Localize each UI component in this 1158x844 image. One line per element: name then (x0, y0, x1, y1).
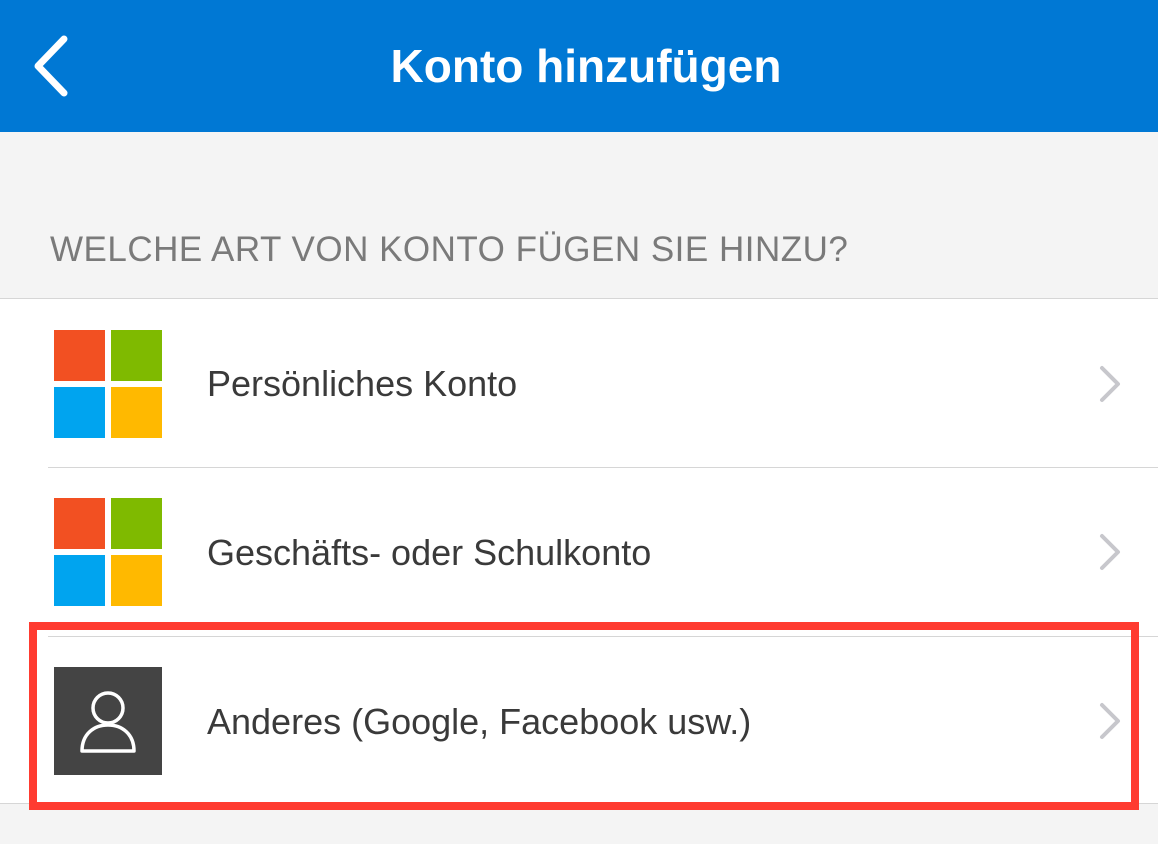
page-title: Konto hinzufügen (390, 40, 782, 92)
microsoft-logo-icon (54, 498, 162, 606)
chevron-right-icon (1100, 703, 1120, 739)
account-type-list: Persönliches Konto Geschäfts- oder Schul… (0, 298, 1158, 804)
section-header: WELCHE ART VON KONTO FÜGEN SIE HINZU? (50, 230, 849, 269)
account-option-other[interactable]: Anderes (Google, Facebook usw.) (0, 637, 1158, 805)
navigation-bar: Konto hinzufügen (0, 0, 1158, 132)
chevron-right-icon (1100, 366, 1120, 402)
microsoft-logo-icon (54, 330, 162, 438)
chevron-right-icon (1100, 534, 1120, 570)
account-option-work-school[interactable]: Geschäfts- oder Schulkonto (0, 468, 1158, 636)
person-icon (54, 667, 162, 775)
account-option-label: Persönliches Konto (207, 363, 518, 404)
account-option-label: Anderes (Google, Facebook usw.) (207, 701, 752, 742)
account-option-label: Geschäfts- oder Schulkonto (207, 532, 652, 573)
account-option-personal[interactable]: Persönliches Konto (0, 299, 1158, 467)
